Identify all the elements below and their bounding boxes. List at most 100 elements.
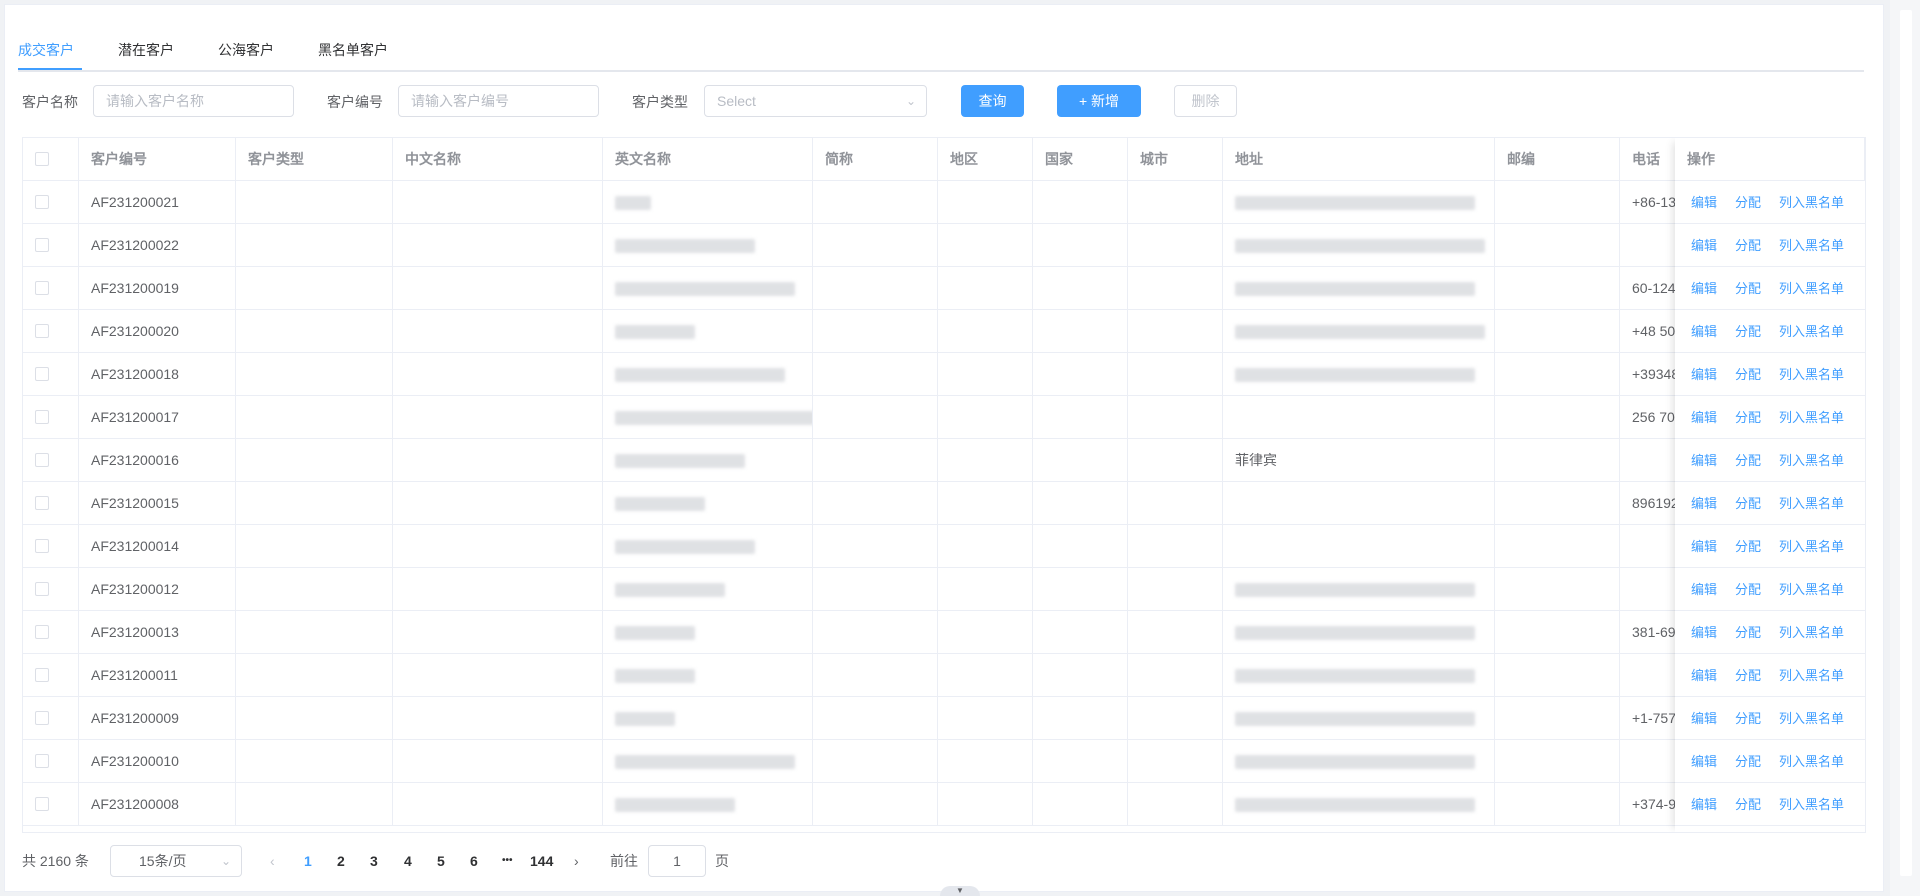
more-pages-icon[interactable]: ••• xyxy=(502,845,513,877)
edit-link[interactable]: 编辑 xyxy=(1691,740,1717,782)
blacklist-link[interactable]: 列入黑名单 xyxy=(1779,310,1844,352)
col-address[interactable]: 地址 xyxy=(1223,138,1495,181)
query-button[interactable]: 查询 xyxy=(961,85,1024,117)
col-postcode[interactable]: 邮编 xyxy=(1495,138,1620,181)
goto-page-input[interactable] xyxy=(648,845,706,877)
tab-potential-customers[interactable]: 潜在客户 xyxy=(118,30,174,70)
assign-link[interactable]: 分配 xyxy=(1735,224,1761,266)
col-english-name[interactable]: 英文名称 xyxy=(603,138,813,181)
edit-link[interactable]: 编辑 xyxy=(1691,525,1717,567)
col-customer-type[interactable]: 客户类型 xyxy=(236,138,393,181)
col-customer-no[interactable]: 客户编号 xyxy=(79,138,236,181)
customer-name-input[interactable] xyxy=(93,85,294,117)
delete-button[interactable]: 删除 xyxy=(1174,85,1237,117)
scrollbar-thumb[interactable] xyxy=(1900,10,1912,876)
page-size-select[interactable]: 15条/页 ⌄ xyxy=(110,845,242,877)
assign-link[interactable]: 分配 xyxy=(1735,396,1761,438)
blacklist-link[interactable]: 列入黑名单 xyxy=(1779,482,1844,524)
assign-link[interactable]: 分配 xyxy=(1735,267,1761,309)
assign-link[interactable]: 分配 xyxy=(1735,181,1761,223)
blacklist-link[interactable]: 列入黑名单 xyxy=(1779,783,1844,825)
select-all-checkbox[interactable] xyxy=(35,152,49,166)
blacklist-link[interactable]: 列入黑名单 xyxy=(1779,267,1844,309)
edit-link[interactable]: 编辑 xyxy=(1691,654,1717,696)
assign-link[interactable]: 分配 xyxy=(1735,740,1761,782)
collapse-handle-icon[interactable]: ▼ xyxy=(940,886,980,896)
page-3[interactable]: 3 xyxy=(370,845,378,877)
tab-blacklist-customers[interactable]: 黑名单客户 xyxy=(318,30,388,70)
blacklist-link[interactable]: 列入黑名单 xyxy=(1779,224,1844,266)
page-6[interactable]: 6 xyxy=(470,845,478,877)
edit-link[interactable]: 编辑 xyxy=(1691,224,1717,266)
blacklist-link[interactable]: 列入黑名单 xyxy=(1779,396,1844,438)
page-scrollbar[interactable] xyxy=(1890,0,1920,896)
edit-link[interactable]: 编辑 xyxy=(1691,697,1717,739)
assign-link[interactable]: 分配 xyxy=(1735,568,1761,610)
blacklist-link[interactable]: 列入黑名单 xyxy=(1779,353,1844,395)
edit-link[interactable]: 编辑 xyxy=(1691,353,1717,395)
col-chinese-name[interactable]: 中文名称 xyxy=(393,138,603,181)
blacklist-link[interactable]: 列入黑名单 xyxy=(1779,439,1844,481)
col-short-name[interactable]: 简称 xyxy=(813,138,938,181)
blacklist-link[interactable]: 列入黑名单 xyxy=(1779,568,1844,610)
table-cell xyxy=(938,267,1033,310)
blacklist-link[interactable]: 列入黑名单 xyxy=(1779,697,1844,739)
edit-link[interactable]: 编辑 xyxy=(1691,396,1717,438)
blacklist-link[interactable]: 列入黑名单 xyxy=(1779,611,1844,653)
assign-link[interactable]: 分配 xyxy=(1735,439,1761,481)
row-checkbox[interactable] xyxy=(35,195,49,209)
assign-link[interactable]: 分配 xyxy=(1735,353,1761,395)
page-5[interactable]: 5 xyxy=(437,845,445,877)
tab-public-customers[interactable]: 公海客户 xyxy=(218,30,274,70)
assign-link[interactable]: 分配 xyxy=(1735,697,1761,739)
row-checkbox[interactable] xyxy=(35,754,49,768)
edit-link[interactable]: 编辑 xyxy=(1691,611,1717,653)
col-region[interactable]: 地区 xyxy=(938,138,1033,181)
row-checkbox[interactable] xyxy=(35,711,49,725)
row-checkbox[interactable] xyxy=(35,281,49,295)
row-checkbox[interactable] xyxy=(35,496,49,510)
edit-link[interactable]: 编辑 xyxy=(1691,568,1717,610)
row-checkbox[interactable] xyxy=(35,410,49,424)
row-checkbox[interactable] xyxy=(35,367,49,381)
assign-link[interactable]: 分配 xyxy=(1735,654,1761,696)
assign-link[interactable]: 分配 xyxy=(1735,783,1761,825)
row-checkbox[interactable] xyxy=(35,238,49,252)
edit-link[interactable]: 编辑 xyxy=(1691,783,1717,825)
row-checkbox[interactable] xyxy=(35,453,49,467)
page-2[interactable]: 2 xyxy=(337,845,345,877)
edit-link[interactable]: 编辑 xyxy=(1691,482,1717,524)
row-checkbox[interactable] xyxy=(35,582,49,596)
edit-link[interactable]: 编辑 xyxy=(1691,267,1717,309)
next-page-icon[interactable]: › xyxy=(574,845,579,877)
edit-link[interactable]: 编辑 xyxy=(1691,310,1717,352)
page-last[interactable]: 144 xyxy=(530,845,553,877)
blacklist-link[interactable]: 列入黑名单 xyxy=(1779,181,1844,223)
col-city[interactable]: 城市 xyxy=(1128,138,1223,181)
row-checkbox[interactable] xyxy=(35,625,49,639)
assign-link[interactable]: 分配 xyxy=(1735,482,1761,524)
row-checkbox[interactable] xyxy=(35,324,49,338)
row-checkbox[interactable] xyxy=(35,539,49,553)
assign-link[interactable]: 分配 xyxy=(1735,310,1761,352)
col-country[interactable]: 国家 xyxy=(1033,138,1128,181)
table-cell xyxy=(1128,224,1223,267)
page-4[interactable]: 4 xyxy=(404,845,412,877)
customer-type-select[interactable]: Select ⌄ xyxy=(704,85,927,117)
blacklist-link[interactable]: 列入黑名单 xyxy=(1779,740,1844,782)
blacklist-link[interactable]: 列入黑名单 xyxy=(1779,525,1844,567)
page-1[interactable]: 1 xyxy=(304,845,312,877)
assign-link[interactable]: 分配 xyxy=(1735,525,1761,567)
goto-label: 前往 xyxy=(610,853,638,869)
blacklist-link[interactable]: 列入黑名单 xyxy=(1779,654,1844,696)
edit-link[interactable]: 编辑 xyxy=(1691,439,1717,481)
row-checkbox[interactable] xyxy=(35,668,49,682)
prev-page-icon[interactable]: ‹ xyxy=(270,845,275,877)
edit-link[interactable]: 编辑 xyxy=(1691,181,1717,223)
assign-link[interactable]: 分配 xyxy=(1735,611,1761,653)
table-cell xyxy=(1495,267,1620,310)
customer-no-input[interactable] xyxy=(398,85,599,117)
row-checkbox[interactable] xyxy=(35,797,49,811)
add-button[interactable]: + 新增 xyxy=(1057,85,1141,117)
tab-deal-customers[interactable]: 成交客户 xyxy=(18,30,74,70)
